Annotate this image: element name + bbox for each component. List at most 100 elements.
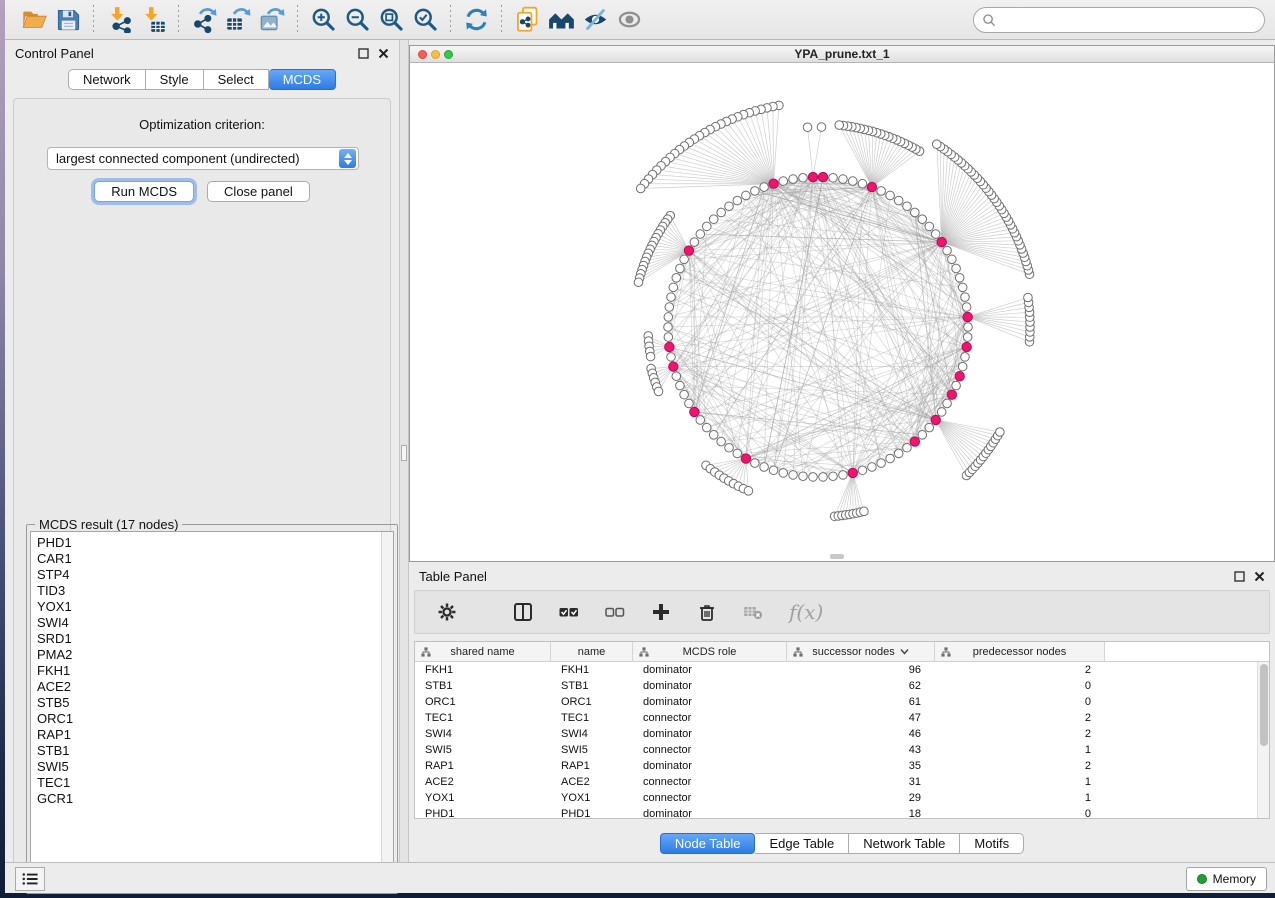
mcds-node-item[interactable]: ORC1 (37, 711, 393, 727)
table-scrollbar[interactable] (1257, 662, 1269, 818)
tab-style[interactable]: Style (146, 69, 204, 90)
run-mcds-button[interactable]: Run MCDS (94, 181, 194, 202)
table-row[interactable]: SWI4SWI4dominator462 (415, 726, 1257, 742)
mcds-node-item[interactable]: STB1 (37, 743, 393, 759)
status-bar: Memory (5, 862, 1275, 893)
app-window: Control Panel NetworkStyleSelectMCDS Opt… (5, 0, 1275, 893)
table-row[interactable]: YOX1YOX1connector291 (415, 790, 1257, 806)
panel-menu-button[interactable] (15, 867, 45, 891)
first-neighbors-icon[interactable] (544, 5, 578, 35)
column-header-successor-nodes[interactable]: successor nodes (787, 642, 935, 661)
float-panel-icon[interactable] (1234, 571, 1245, 582)
cell-shared-name: PHD1 (415, 806, 551, 818)
tab-node-table[interactable]: Node Table (660, 833, 756, 854)
tab-edge-table[interactable]: Edge Table (755, 833, 849, 854)
mcds-node-item[interactable]: ACE2 (37, 679, 393, 695)
table-scrollbar-thumb[interactable] (1260, 664, 1268, 746)
close-panel-icon[interactable] (1254, 571, 1265, 582)
table-row[interactable]: TEC1TEC1connector472 (415, 710, 1257, 726)
function-builder-icon: f(x) (789, 600, 823, 624)
mcds-node-item[interactable]: GCR1 (37, 791, 393, 807)
delete-icon[interactable] (697, 602, 717, 622)
mcds-node-item[interactable]: PMA2 (37, 647, 393, 663)
delete-table-icon (743, 602, 763, 622)
duplicate-network-icon[interactable] (510, 5, 544, 35)
zoom-out-icon[interactable] (340, 5, 374, 35)
window-maximize-icon[interactable] (444, 50, 453, 59)
table-row[interactable]: STB1STB1dominator620 (415, 678, 1257, 694)
control-panel-tabs: NetworkStyleSelectMCDS (5, 69, 399, 90)
column-header-name[interactable]: name (551, 642, 633, 661)
mcds-node-item[interactable]: TID3 (37, 583, 393, 599)
column-header-predecessor-nodes[interactable]: predecessor nodes (935, 642, 1105, 661)
optimization-criterion-select[interactable]: largest connected component (undirected) (47, 147, 359, 170)
split-pane-divider[interactable] (399, 40, 409, 862)
network-window-titlebar[interactable]: YPA_prune.txt_1 (410, 46, 1274, 63)
mcds-list-scrollbar[interactable] (381, 532, 393, 889)
table-row[interactable]: ACE2ACE2connector311 (415, 774, 1257, 790)
table-row[interactable]: SWI5SWI5connector431 (415, 742, 1257, 758)
zoom-selected-icon[interactable] (408, 5, 442, 35)
mcds-node-item[interactable]: STB5 (37, 695, 393, 711)
save-session-icon[interactable] (51, 5, 85, 35)
export-network-icon[interactable] (187, 5, 221, 35)
tab-mcds[interactable]: MCDS (269, 69, 336, 90)
cell-successor-nodes: 18 (787, 806, 935, 818)
divider-handle[interactable] (401, 445, 407, 461)
column-header-shared-name[interactable]: shared name (415, 642, 551, 661)
columns-icon[interactable] (513, 602, 533, 622)
mcds-node-item[interactable]: CAR1 (37, 551, 393, 567)
close-panel-button[interactable]: Close panel (207, 181, 310, 202)
export-table-icon[interactable] (221, 5, 255, 35)
cell-successor-nodes: 35 (787, 758, 935, 774)
mcds-node-item[interactable]: RAP1 (37, 727, 393, 743)
close-panel-icon[interactable] (378, 48, 389, 59)
import-network-icon[interactable] (102, 5, 136, 35)
cell-shared-name: STB1 (415, 678, 551, 694)
mcds-result-list[interactable]: PHD1CAR1STP4TID3YOX1SWI4SRD1PMA2FKH1ACE2… (30, 531, 394, 890)
tab-network[interactable]: Network (68, 69, 146, 90)
table-row[interactable]: ORC1ORC1dominator610 (415, 694, 1257, 710)
cell-predecessor-nodes: 2 (935, 662, 1105, 678)
mcds-node-item[interactable]: TEC1 (37, 775, 393, 791)
mcds-node-item[interactable]: SRD1 (37, 631, 393, 647)
window-close-icon[interactable] (418, 50, 427, 59)
zoom-fit-icon[interactable] (374, 5, 408, 35)
mcds-node-item[interactable]: FKH1 (37, 663, 393, 679)
tab-motifs[interactable]: Motifs (960, 833, 1024, 854)
deselect-all-icon[interactable] (605, 602, 625, 622)
gear-icon[interactable] (437, 602, 457, 622)
search-box[interactable] (973, 7, 1265, 33)
refresh-icon[interactable] (459, 5, 493, 35)
mcds-node-item[interactable]: PHD1 (37, 535, 393, 551)
open-file-icon[interactable] (17, 5, 51, 35)
cell-predecessor-nodes: 2 (935, 726, 1105, 742)
mcds-node-item[interactable]: SWI5 (37, 759, 393, 775)
network-canvas[interactable] (410, 63, 1274, 561)
export-image-icon[interactable] (255, 5, 289, 35)
zoom-in-icon[interactable] (306, 5, 340, 35)
hide-graphics-icon[interactable] (578, 5, 612, 35)
table-row[interactable]: RAP1RAP1dominator352 (415, 758, 1257, 774)
search-input[interactable] (997, 10, 1264, 30)
mcds-node-item[interactable]: YOX1 (37, 599, 393, 615)
tab-select[interactable]: Select (204, 69, 269, 90)
main-toolbar (5, 0, 1275, 40)
import-table-icon[interactable] (136, 5, 170, 35)
float-panel-icon[interactable] (358, 48, 369, 59)
cell-mcds-role: dominator (633, 694, 787, 710)
bird-eye-view-icon[interactable] (612, 5, 646, 35)
mcds-node-item[interactable]: SWI4 (37, 615, 393, 631)
table-row[interactable]: PHD1PHD1dominator180 (415, 806, 1257, 818)
memory-button[interactable]: Memory (1186, 867, 1267, 891)
canvas-hscroll-thumb[interactable] (830, 554, 844, 559)
cell-shared-name: ORC1 (415, 694, 551, 710)
table-row[interactable]: FKH1FKH1dominator962 (415, 662, 1257, 678)
column-header-mcds-role[interactable]: MCDS role (633, 642, 787, 661)
mcds-node-item[interactable]: STP4 (37, 567, 393, 583)
select-all-icon[interactable] (559, 602, 579, 622)
network-graph[interactable] (410, 63, 1274, 561)
add-icon[interactable] (651, 602, 671, 622)
tab-network-table[interactable]: Network Table (849, 833, 960, 854)
window-minimize-icon[interactable] (431, 50, 440, 59)
